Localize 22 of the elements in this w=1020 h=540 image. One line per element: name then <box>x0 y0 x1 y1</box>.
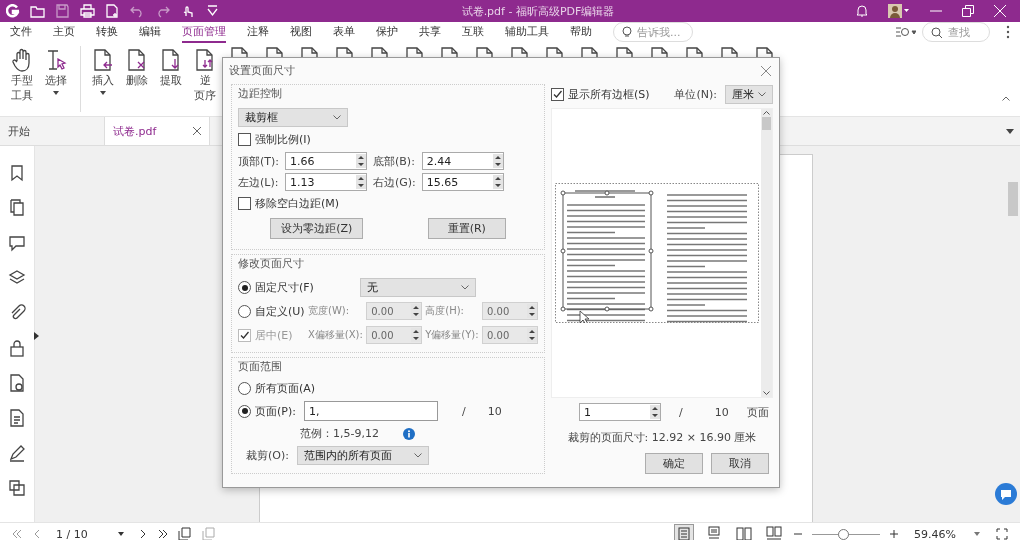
group-title: 边距控制 <box>238 86 283 102</box>
group-title: 页面范围 <box>238 359 283 375</box>
slash-text: / <box>679 405 683 419</box>
page-total: 10 <box>714 405 729 419</box>
page-unit-label: 页面 <box>746 404 769 420</box>
page-total: 10 <box>487 404 502 418</box>
field-label: 单位(N): <box>674 86 717 102</box>
dialog-title: 设置页面尺寸 <box>229 63 295 78</box>
field-label: 底部(B): <box>373 153 416 169</box>
cropped-size-text: 裁剪的页面尺寸: 12.92 × 16.90 厘米 <box>566 430 758 446</box>
window-title: 试卷.pdf - 福昕高级PDF编辑器 <box>460 3 616 19</box>
range-example: 范例：1,5-9,12 <box>300 426 379 441</box>
field-label: X偏移量(X): <box>308 328 364 342</box>
field-label: 高度(H): <box>425 304 465 318</box>
group-title: 修改页面尺寸 <box>238 256 305 272</box>
slash-text: / <box>461 404 466 418</box>
field-label: 顶部(T): <box>238 153 279 169</box>
field-label: 左边(L): <box>238 174 279 190</box>
field-label: Y偏移量(Y): <box>425 328 479 342</box>
field-label: 裁剪(O): <box>245 448 289 463</box>
field-label: 宽度(W): <box>308 304 351 318</box>
field-label: 右边(G): <box>373 174 416 190</box>
